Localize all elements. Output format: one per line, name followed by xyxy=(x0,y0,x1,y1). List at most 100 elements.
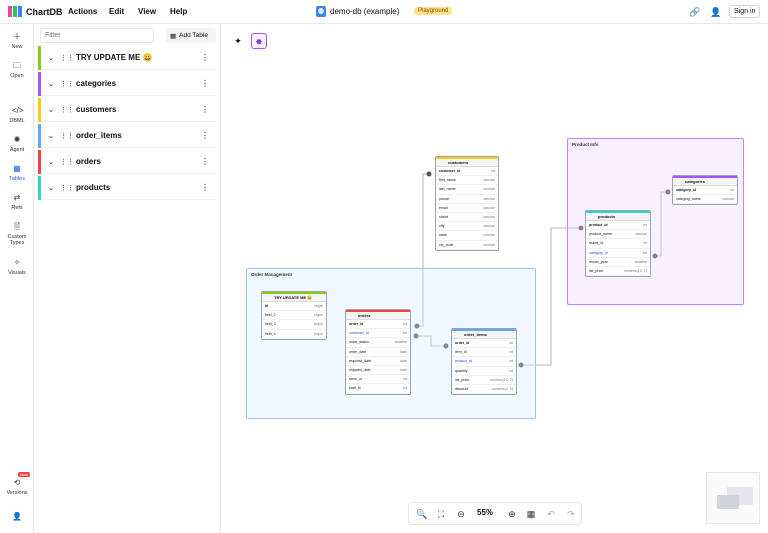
table-field[interactable]: category_id int xyxy=(586,249,650,258)
table-field[interactable]: last_name varchar xyxy=(436,185,498,195)
rail-agent[interactable]: ✺ Agent xyxy=(0,135,34,153)
table-field[interactable]: phone varchar xyxy=(436,195,498,204)
table-field[interactable]: order_date date xyxy=(346,348,410,357)
table-field[interactable]: list_price numeric(10, 2) xyxy=(452,376,516,385)
chevron-down-icon[interactable]: ⌄ xyxy=(48,184,54,192)
rail-dbml[interactable]: </> DBML xyxy=(0,106,34,124)
table-field[interactable]: order_id int xyxy=(452,339,516,349)
undo-icon[interactable]: ↶ xyxy=(545,508,557,520)
table-list-item[interactable]: ⌄ ⋮⋮ categories ⋮ xyxy=(38,72,216,96)
redo-icon[interactable]: ↷ xyxy=(565,508,577,520)
rail-tables[interactable]: ▦ Tables xyxy=(0,164,34,182)
table-field[interactable]: model_year smallint xyxy=(586,258,650,267)
table-field[interactable]: store_id int xyxy=(346,375,410,385)
table-field[interactable]: order_id int xyxy=(346,320,410,330)
table-field[interactable]: customer_id int xyxy=(436,167,498,177)
table-field[interactable]: product_name varchar xyxy=(586,230,650,240)
grid-icon[interactable]: ▦ xyxy=(525,508,537,520)
table-list-item[interactable]: ⌄ ⋮⋮ customers ⋮ xyxy=(38,98,216,122)
drag-handle-icon[interactable]: ⋮⋮ xyxy=(60,132,74,140)
more-options-icon[interactable]: ⋮ xyxy=(201,79,209,88)
diagram-table-order_items[interactable]: order_items order_id int item_id int product_… xyxy=(451,328,517,396)
add-table-button[interactable]: ▦ Add Table xyxy=(166,28,216,43)
database-name[interactable]: demo-db (example) xyxy=(316,6,399,17)
table-field[interactable]: product_id int xyxy=(586,221,650,231)
table-field[interactable]: list_price numeric(10, 2) xyxy=(586,267,650,277)
table-field[interactable]: shipped_date date xyxy=(346,366,410,376)
more-options-icon[interactable]: ⋮ xyxy=(201,53,209,62)
sign-in-button[interactable]: Sign in xyxy=(729,5,761,18)
drag-handle-icon[interactable]: ⋮⋮ xyxy=(60,158,74,166)
table-field[interactable]: id bigint xyxy=(262,302,326,312)
diagram-table-orders[interactable]: orders order_id int customer_id int order_sta… xyxy=(345,309,411,395)
field-name: category_id xyxy=(676,188,697,193)
table-list-item[interactable]: ⌄ ⋮⋮ order_items ⋮ xyxy=(38,124,216,148)
chevron-down-icon[interactable]: ⌄ xyxy=(48,132,54,140)
rail-refs[interactable]: ⇄ Refs xyxy=(0,193,34,211)
drag-handle-icon[interactable]: ⋮⋮ xyxy=(60,106,74,114)
table-list-item[interactable]: ⌄ ⋮⋮ TRY UPDATE ME 😀 ⋮ xyxy=(38,46,216,70)
rail-versions[interactable]: New ⟲ Versions xyxy=(0,472,34,496)
chevron-down-icon[interactable]: ⌄ xyxy=(48,80,54,88)
table-field[interactable]: product_id int xyxy=(452,357,516,367)
table-field[interactable]: order_status smallint xyxy=(346,338,410,348)
rail-profile[interactable]: 👤 xyxy=(0,512,34,524)
table-field[interactable]: category_name varchar xyxy=(673,195,737,205)
table-list-item[interactable]: ⌄ ⋮⋮ products ⋮ xyxy=(38,176,216,200)
more-options-icon[interactable]: ⋮ xyxy=(201,183,209,192)
fit-view-icon[interactable]: ⛶ xyxy=(435,508,447,520)
table-field[interactable]: zip_code varchar xyxy=(436,241,498,250)
table-field[interactable]: category_id int xyxy=(673,186,737,196)
table-field[interactable]: city varchar xyxy=(436,222,498,232)
table-field[interactable]: customer_id int xyxy=(346,329,410,339)
zoom-level[interactable]: 55% xyxy=(477,508,493,517)
diagram-table-products[interactable]: products product_id int product_name varchar… xyxy=(585,210,651,278)
zoom-out-icon[interactable]: ⊖ xyxy=(455,508,467,520)
rail-new[interactable]: ＋ New xyxy=(0,32,34,50)
table-field[interactable]: field_3 bigint xyxy=(262,320,326,330)
table-field[interactable]: field_2 bigint xyxy=(262,311,326,321)
chevron-down-icon[interactable]: ⌄ xyxy=(48,106,54,114)
table-field[interactable]: quantity int xyxy=(452,367,516,376)
drag-handle-icon[interactable]: ⋮⋮ xyxy=(60,80,74,88)
table-list-item[interactable]: ⌄ ⋮⋮ orders ⋮ xyxy=(38,150,216,174)
chevron-down-icon[interactable]: ⌄ xyxy=(48,158,54,166)
menu-help[interactable]: Help xyxy=(170,7,187,16)
app-logo[interactable]: ChartDB xyxy=(8,6,63,17)
chevron-down-icon[interactable]: ⌄ xyxy=(48,54,54,62)
field-name: order_id xyxy=(455,341,470,346)
zoom-in-icon[interactable]: ⊕ xyxy=(506,508,518,520)
table-field[interactable]: discount numeric(4, 2) xyxy=(452,385,516,395)
more-options-icon[interactable]: ⋮ xyxy=(201,105,209,114)
diagram-table-customers[interactable]: customers customer_id int first_name varchar… xyxy=(435,156,499,251)
user-plus-icon[interactable]: 👤 xyxy=(710,6,722,18)
menu-actions[interactable]: Actions xyxy=(68,7,97,16)
table-field[interactable]: staff_id int xyxy=(346,384,410,394)
filter-input[interactable] xyxy=(40,28,154,43)
table-field[interactable]: item_id int xyxy=(452,348,516,358)
drag-handle-icon[interactable]: ⋮⋮ xyxy=(60,184,74,192)
drag-handle-icon[interactable]: ⋮⋮ xyxy=(60,54,74,62)
rail-visuals[interactable]: ✧ Visuals xyxy=(0,258,34,276)
table-field[interactable]: first_name varchar xyxy=(436,176,498,186)
diagram-canvas[interactable]: ✦ ✸ Product Info Order Management custom… xyxy=(221,24,768,533)
search-icon[interactable]: 🔍 xyxy=(416,508,428,520)
field-type: bigint xyxy=(314,313,323,318)
diagram-table-tryupdate[interactable]: TRY UPDATE ME 😀 id bigint field_2 bigint fiel… xyxy=(261,291,327,340)
more-options-icon[interactable]: ⋮ xyxy=(201,131,209,140)
table-header: order_items xyxy=(452,329,516,339)
link-icon[interactable]: 🔗 xyxy=(689,6,701,18)
table-field[interactable]: brand_id int xyxy=(586,239,650,249)
table-field[interactable]: field_4 bigint xyxy=(262,330,326,339)
more-options-icon[interactable]: ⋮ xyxy=(201,157,209,166)
minimap[interactable] xyxy=(706,472,760,524)
table-field[interactable]: required_date date xyxy=(346,357,410,366)
rail-open[interactable]: 🗀 Open xyxy=(0,61,34,79)
table-field[interactable]: street varchar xyxy=(436,213,498,223)
rail-custom-types[interactable]: 🗎 Custom Types xyxy=(0,222,34,246)
diagram-table-categories[interactable]: categories category_id int category_name var… xyxy=(672,175,738,206)
table-field[interactable]: state varchar xyxy=(436,231,498,241)
menu-view[interactable]: View xyxy=(138,7,156,16)
menu-edit[interactable]: Edit xyxy=(109,7,124,16)
table-field[interactable]: email varchar xyxy=(436,204,498,213)
